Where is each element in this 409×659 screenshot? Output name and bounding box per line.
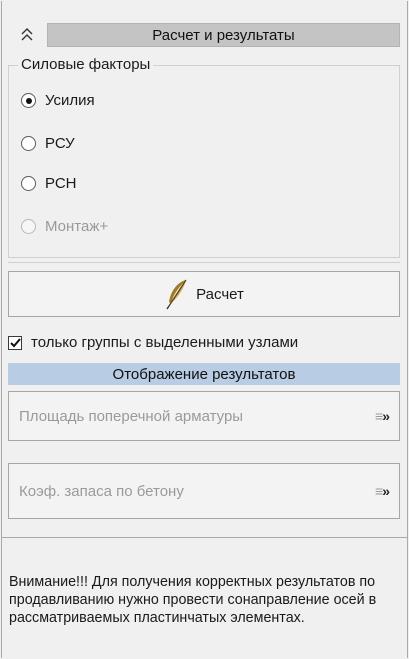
only-selected-nodes-checkbox[interactable]: только группы с выделенными узлами: [8, 334, 298, 351]
radio-label: Монтаж+: [45, 218, 109, 235]
section-title: Расчет и результаты: [47, 23, 400, 47]
radio-option-efforts[interactable]: Усилия: [21, 92, 95, 109]
feather-icon: [166, 279, 187, 310]
group-legend: Силовые факторы: [18, 56, 154, 73]
checkbox-label: только группы с выделенными узлами: [31, 334, 299, 351]
divider: [1, 537, 408, 538]
radio-label: РСН: [45, 175, 77, 192]
expand-arrows-icon: ≡»: [375, 483, 390, 499]
results-section-bar: Отображение результатов: [8, 363, 400, 385]
radio-label: РСУ: [45, 135, 75, 152]
radio-label: Усилия: [45, 92, 95, 109]
double-chevron-up-icon[interactable]: [7, 23, 47, 47]
radio-option-montage: Монтаж+: [21, 218, 108, 235]
radio-button[interactable]: [21, 136, 36, 151]
radio-option-rsn[interactable]: РСН: [21, 175, 77, 192]
radio-option-rsu[interactable]: РСУ: [21, 135, 75, 152]
divider: [8, 262, 400, 263]
result-button-label: Коэф. запаса по бетону: [19, 482, 184, 500]
section-header[interactable]: Расчет и результаты: [7, 23, 400, 47]
radio-button: [21, 219, 36, 234]
force-factors-group: Силовые факторы Усилия РСУ РСН Монтаж+: [8, 56, 400, 258]
radio-button[interactable]: [21, 176, 36, 191]
checkbox-box[interactable]: [8, 335, 22, 350]
rebar-area-button: Площадь поперечной арматуры ≡»: [8, 391, 400, 441]
expand-arrows-icon: ≡»: [375, 408, 390, 424]
calculate-button[interactable]: Расчет: [8, 271, 400, 317]
warning-note: Внимание!!! Для получения корректных рез…: [9, 574, 377, 626]
result-button-label: Площадь поперечной арматуры: [19, 407, 244, 425]
calculate-label: Расчет: [196, 285, 244, 303]
radio-button[interactable]: [21, 93, 36, 108]
concrete-safety-factor-button: Коэф. запаса по бетону ≡»: [8, 463, 400, 519]
